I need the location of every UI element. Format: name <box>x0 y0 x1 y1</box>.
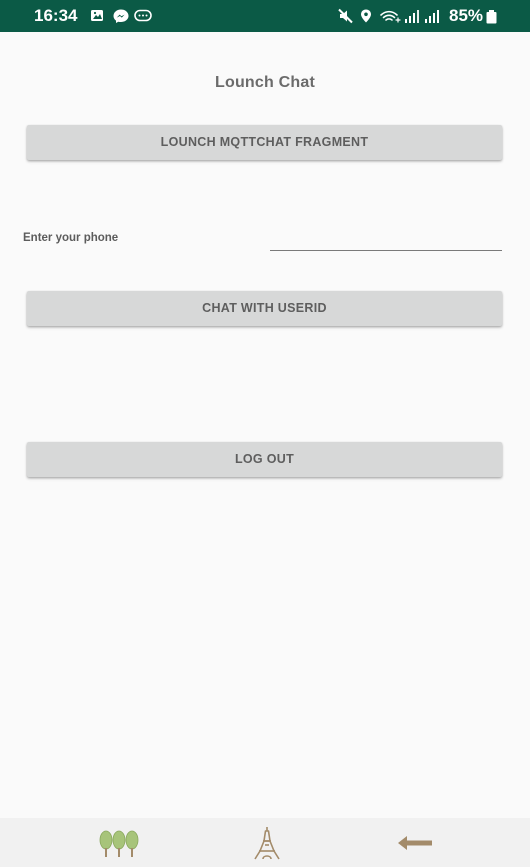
eiffel-tower-icon <box>254 827 280 860</box>
status-bar: 16:34 85% <box>0 0 530 32</box>
mute-icon <box>338 8 353 24</box>
trees-icon <box>99 830 139 857</box>
location-icon <box>361 9 371 23</box>
status-time: 16:34 <box>34 6 78 25</box>
signal-icon-2 <box>425 10 439 23</box>
navigation-bar <box>0 818 530 867</box>
chat-bubble-icon <box>134 9 152 22</box>
signal-icon <box>405 10 419 23</box>
battery-icon <box>486 10 497 24</box>
page-title: Lounch Chat <box>215 74 315 91</box>
gallery-icon <box>91 10 103 21</box>
phone-input[interactable] <box>270 226 502 251</box>
messenger-icon <box>113 9 129 23</box>
wifi-icon <box>380 10 401 23</box>
chat-with-userid-button[interactable]: CHAT WITH USERID <box>27 291 502 326</box>
nav-trees-button[interactable] <box>97 826 141 860</box>
status-left-icons <box>91 9 152 23</box>
launch-mqttchat-fragment-button[interactable]: LOUNCH MQTTCHAT FRAGMENT <box>27 125 502 160</box>
log-out-button[interactable]: LOG OUT <box>27 442 502 477</box>
nav-home-button[interactable] <box>245 826 289 860</box>
status-right-icons <box>338 8 439 24</box>
phone-label: Enter your phone <box>23 232 119 244</box>
battery-percent: 85% <box>449 6 484 25</box>
nav-back-button[interactable] <box>393 826 437 860</box>
back-arrow-icon <box>398 836 432 850</box>
